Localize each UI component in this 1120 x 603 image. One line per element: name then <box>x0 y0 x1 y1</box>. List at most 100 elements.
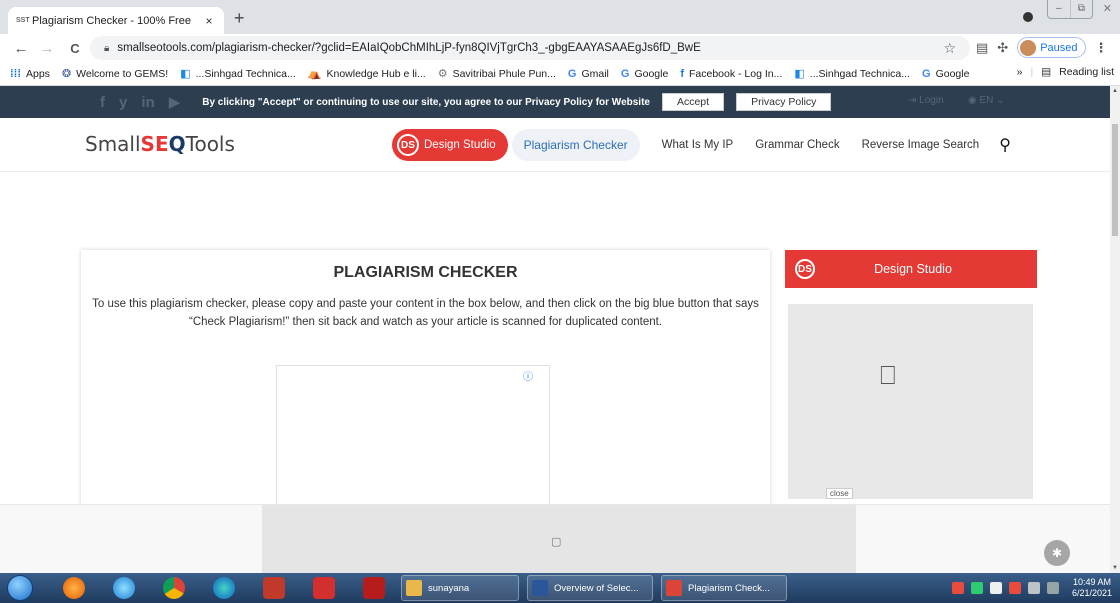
nav-grammar-check[interactable]: Grammar Check <box>755 139 839 151</box>
taskbar-task-button[interactable]: Plagiarism Check... <box>661 575 787 601</box>
address-bar[interactable]: 🔒︎ smallseotools.com/plagiarism-checker/… <box>90 36 970 60</box>
logo-magnifier-icon: Q <box>168 132 186 156</box>
bookmark-item[interactable]: ⚙ Savitribai Phule Pun... <box>437 67 556 81</box>
document-extension-icon[interactable]: ▤ <box>976 40 988 56</box>
main-nav: DS Design Studio Plagiarism Checker What… <box>392 129 1011 161</box>
bookmark-item[interactable]: ❂ Welcome to GEMS! <box>62 67 168 81</box>
bookmark-item[interactable]: G Google <box>621 68 668 80</box>
tray-volume-icon[interactable] <box>989 582 1002 594</box>
sidebar-ad[interactable]: ⎕ close <box>788 304 1033 499</box>
page-title: PLAGIARISM CHECKER <box>333 264 518 281</box>
tab-close-icon[interactable]: × <box>202 14 216 28</box>
cookie-consent-bar: f y in ▶ By clicking "Accept" or continuing… <box>0 86 1110 118</box>
facebook-icon[interactable]: f <box>100 94 105 111</box>
design-studio-button[interactable]: DS Design Studio <box>392 129 508 161</box>
start-button[interactable] <box>7 575 33 601</box>
ad-info-icon[interactable]: ⓘ <box>523 368 533 383</box>
twitter-icon[interactable]: y <box>119 94 127 111</box>
taskbar-task-button[interactable]: Overview of Selec... <box>527 575 653 601</box>
site-logo[interactable]: SmallSEQTools <box>85 132 235 156</box>
task-label: sunayana <box>428 582 470 594</box>
extensions-puzzle-icon[interactable]: ✣ <box>997 40 1008 56</box>
minimize-button[interactable]: – <box>1048 0 1070 18</box>
bookmark-icon: ⁞⁞⁞ <box>10 67 21 80</box>
site-favicon: SST <box>16 17 30 24</box>
tray-shield-icon[interactable] <box>970 582 983 594</box>
tray-display-icon[interactable] <box>1046 582 1059 594</box>
ad-close-button[interactable]: close <box>826 488 853 499</box>
tray-flag-icon[interactable] <box>1008 582 1021 594</box>
chrome-icon[interactable] <box>163 577 185 599</box>
tray-network-icon[interactable] <box>951 582 964 594</box>
taskbar-task-button[interactable]: sunayana <box>401 575 519 601</box>
app-z2-icon[interactable] <box>363 577 385 599</box>
bookmark-item[interactable]: f Facebook - Log In... <box>680 68 782 80</box>
browser-tab[interactable]: SST Plagiarism Checker - 100% Free × <box>8 7 224 34</box>
internet-explorer-icon[interactable] <box>113 577 135 599</box>
windows-taskbar: sunayana Overview of Selec... Plagiarism C… <box>0 573 1120 603</box>
profile-button[interactable]: Paused <box>1017 37 1086 58</box>
social-links: f y in ▶ <box>0 93 181 112</box>
sidebar-design-studio-button[interactable]: DS Design Studio <box>785 250 1037 288</box>
task-app-icon <box>532 580 548 596</box>
bookmarks-bar: ⁞⁞⁞ Apps ❂ Welcome to GEMS! ◧ ...Sinhgad Tech… <box>0 62 1120 86</box>
sidebar-design-studio-label: Design Studio <box>874 262 952 276</box>
window-close-button[interactable]: ✕ <box>1103 2 1112 15</box>
bookmark-item[interactable]: G Gmail <box>568 68 609 80</box>
bookmark-item[interactable]: ⁞⁞⁞ Apps <box>10 68 50 80</box>
bookmark-star-icon[interactable]: ☆ <box>943 40 956 57</box>
reload-button[interactable]: C <box>64 41 86 56</box>
youtube-icon[interactable]: ▶ <box>169 93 181 111</box>
bookmark-icon: G <box>620 67 630 80</box>
login-link[interactable]: ⇥ Login <box>908 95 944 106</box>
bookmark-icon: f <box>680 67 684 80</box>
nav-what-is-my-ip[interactable]: What Is My IP <box>662 139 734 151</box>
bookmarks-overflow-button[interactable]: » <box>1017 66 1023 78</box>
instructions-text: To use this plagiarism checker, please c… <box>92 298 759 328</box>
scroll-up-icon[interactable]: ▲ <box>1112 88 1118 94</box>
app-z-icon[interactable] <box>263 577 285 599</box>
bookmark-label: Google <box>935 67 970 80</box>
new-tab-button[interactable]: + <box>234 9 245 27</box>
lock-icon[interactable]: 🔒︎ <box>104 43 109 54</box>
privacy-policy-button[interactable]: Privacy Policy <box>736 93 832 111</box>
bug-report-icon[interactable]: ✱ <box>1044 540 1070 566</box>
bookmark-label: Google <box>634 67 669 80</box>
firefox-icon[interactable] <box>63 577 85 599</box>
reading-list-icon[interactable]: ▤ <box>1041 66 1051 78</box>
nav-reverse-image-search[interactable]: Reverse Image Search <box>862 139 980 151</box>
bookmark-label: ...Sinhgad Technica... <box>195 67 296 80</box>
taskbar-clock[interactable]: 10:49 AM 6/21/2021 <box>1072 577 1112 599</box>
back-button[interactable]: ← <box>10 40 32 57</box>
maximize-button[interactable]: ⧉ <box>1069 0 1092 18</box>
acrobat-icon[interactable] <box>313 577 335 599</box>
scrollbar-thumb[interactable] <box>1112 124 1118 236</box>
page-scrollbar[interactable]: ▲ ▼ <box>1110 86 1120 573</box>
bookmark-item[interactable]: ⛺ Knowledge Hub e li... <box>307 67 426 81</box>
browser-toolbar: ← → C 🔒︎ smallseotools.com/plagiarism-ch… <box>0 34 1120 62</box>
recording-dot-icon <box>1022 12 1033 22</box>
bookmark-item[interactable]: ◧ ...Sinhgad Technica... <box>180 67 296 81</box>
language-selector[interactable]: ◉ EN ⌄ <box>968 95 1005 106</box>
forward-button[interactable]: → <box>36 40 58 57</box>
bookmark-item[interactable]: ◧ ...Sinhgad Technica... <box>794 67 910 81</box>
scroll-down-icon[interactable]: ▼ <box>1112 565 1118 571</box>
reading-list-button[interactable]: Reading list <box>1059 66 1114 78</box>
edge-icon[interactable] <box>213 577 235 599</box>
linkedin-icon[interactable]: in <box>141 94 154 111</box>
tray-power-icon[interactable] <box>1027 582 1040 594</box>
bookmark-icon: ⛺ <box>307 68 322 80</box>
accept-button[interactable]: Accept <box>661 93 725 111</box>
design-studio-logo-icon: DS <box>795 259 815 279</box>
bookmark-icon: ⚙ <box>437 68 448 80</box>
bookmark-label: Savitribai Phule Pun... <box>452 67 556 80</box>
nav-plagiarism-checker[interactable]: Plagiarism Checker <box>511 129 640 161</box>
window-controls: – ⧉ ✕ <box>1022 0 1120 22</box>
broken-image-icon: ▢ <box>551 536 562 548</box>
search-icon[interactable]: ⚲ <box>999 135 1011 155</box>
kebab-menu-icon[interactable]: ⋮ <box>1095 40 1108 56</box>
design-studio-logo-icon: DS <box>397 134 419 156</box>
bottom-ad-frame[interactable]: ▢ <box>262 505 856 573</box>
bookmark-item[interactable]: G Google <box>922 68 969 80</box>
toolbar-actions: ▤ ✣ Paused ⋮ <box>976 37 1108 58</box>
